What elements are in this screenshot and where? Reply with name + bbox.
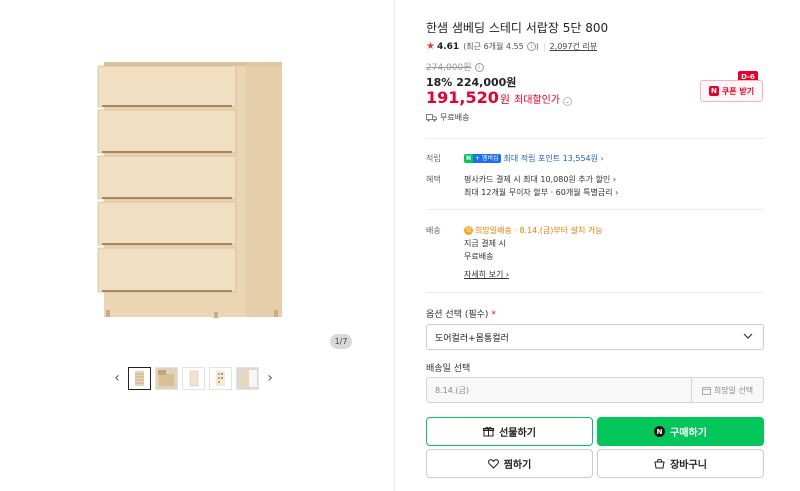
points-row[interactable]: N + 멤버십 최대 적립 포인트 13,554원 ›: [464, 153, 604, 164]
thumbnail-5[interactable]: [236, 366, 259, 390]
option-select-value: 도어컬러+몸통컬러: [435, 333, 509, 344]
perk-installment[interactable]: 최대 12개월 무이자 할부 · 60개월 특별금리 ›: [464, 187, 618, 198]
naver-n-icon: N: [464, 154, 473, 163]
option-select[interactable]: 도어컬러+몸통컬러: [426, 324, 764, 350]
free-shipping-label: 무료배송: [440, 113, 470, 122]
option-label: 옵션 선택 (필수) *: [426, 307, 496, 320]
image-page-indicator: 1/7: [330, 334, 352, 349]
rating-score: 4.61: [436, 41, 460, 52]
rating-detail-close: ): [535, 42, 539, 51]
naver-n-icon: N: [708, 86, 719, 96]
cart-label: 장바구니: [670, 460, 707, 471]
rating-row: ★ 4.61 (최근 6개월 4.55 i ) | 2,097건 리뷰: [426, 41, 597, 52]
required-mark: *: [491, 310, 496, 320]
delivery-line-3: 무료배송: [464, 252, 494, 261]
coupon-button[interactable]: N 쿠폰 받기: [700, 80, 763, 102]
wish-label: 찜하기: [503, 460, 532, 471]
points-text: 최대 적립 포인트 13,554원 ›: [503, 154, 604, 163]
product-main-image[interactable]: [96, 60, 291, 320]
max-discount-price: 191,520: [426, 88, 499, 107]
cart-button[interactable]: 장바구니: [597, 449, 764, 478]
perks-label: 혜택: [426, 175, 441, 184]
membership-tag: + 멤버십: [473, 154, 501, 163]
original-price: 274,000원 i: [426, 60, 484, 73]
hope-delivery-row: 희 희망일배송 · 8.14.(금)부터 설치 가능: [464, 225, 603, 236]
buy-label: 구매하기: [670, 428, 707, 439]
max-discount-label[interactable]: 최대할인가: [514, 91, 560, 106]
buy-button[interactable]: N 구매하기: [597, 417, 764, 446]
rating-detail: (최근 6개월 4.55: [463, 42, 524, 51]
separator: |: [542, 42, 546, 51]
delivery-date-label: 배송일 선택: [426, 364, 471, 374]
heart-icon: [487, 458, 499, 469]
info-icon[interactable]: i: [526, 42, 536, 51]
cart-icon: [654, 459, 665, 469]
delivery-date-value: 8.14.(금): [435, 385, 469, 395]
thumbnail-2[interactable]: [155, 366, 178, 390]
option-label-text: 옵션 선택 (필수): [426, 310, 489, 320]
chevron-down-icon[interactable]: ⌄: [563, 97, 572, 106]
gift-icon: [483, 426, 495, 437]
hope-delivery-date: · 8.14.(금)부터 설치 가능: [511, 226, 603, 235]
thumbnail-4[interactable]: [209, 366, 232, 390]
hope-date-button-label: 희망일 선택: [713, 385, 754, 395]
product-gallery: 1/7 ‹ ›: [0, 0, 395, 491]
calendar-icon: [701, 386, 711, 395]
hope-date-button[interactable]: 희망일 선택: [691, 378, 763, 402]
delivery-date-input[interactable]: 8.14.(금) 희망일 선택: [426, 377, 764, 403]
divider: [426, 292, 764, 293]
npay-icon: N: [654, 426, 666, 437]
hope-delivery-text: 희망일배송: [475, 226, 512, 235]
thumbnail-3[interactable]: [182, 366, 205, 390]
max-discount-row: 191,520 원 최대할인가 ⌄: [426, 88, 572, 107]
original-price-value: 274,000원: [426, 63, 472, 73]
perk-card-discount[interactable]: 평사카드 결제 시 최대 10,080원 추가 할인 ›: [464, 174, 616, 185]
thumbnail-1[interactable]: [128, 366, 151, 390]
chevron-down-icon: [743, 333, 753, 339]
wish-button[interactable]: 찜하기: [426, 449, 593, 478]
panel-divider: [394, 0, 395, 491]
price-info-icon[interactable]: i: [474, 63, 484, 72]
review-count-link[interactable]: 2,097건 리뷰: [550, 41, 598, 52]
truck-icon: [426, 113, 437, 121]
points-label: 적립: [426, 154, 441, 163]
delivery-label: 배송: [426, 226, 441, 235]
gift-button[interactable]: 선물하기: [426, 417, 593, 446]
thumb-next-icon[interactable]: ›: [263, 366, 277, 390]
divider: [426, 138, 764, 139]
divider: [426, 209, 764, 210]
thumbnail-strip: ‹ ›: [110, 366, 277, 390]
thumb-prev-icon[interactable]: ‹: [110, 366, 124, 390]
star-icon: ★: [426, 41, 435, 52]
max-discount-won: 원: [499, 93, 510, 106]
free-shipping: 무료배송: [426, 112, 469, 123]
gift-label: 선물하기: [499, 428, 536, 439]
delivery-line-2: 지금 결제 시: [464, 239, 506, 248]
delivery-detail-link[interactable]: 자세히 보기 ›: [464, 269, 509, 280]
coupon-label: 쿠폰 받기: [721, 86, 755, 96]
hope-delivery-icon: 희: [464, 226, 473, 235]
product-title: 한샘 샘베딩 스테디 서랍장 5단 800: [426, 21, 609, 35]
npay-membership-badge: N + 멤버십: [464, 154, 501, 163]
